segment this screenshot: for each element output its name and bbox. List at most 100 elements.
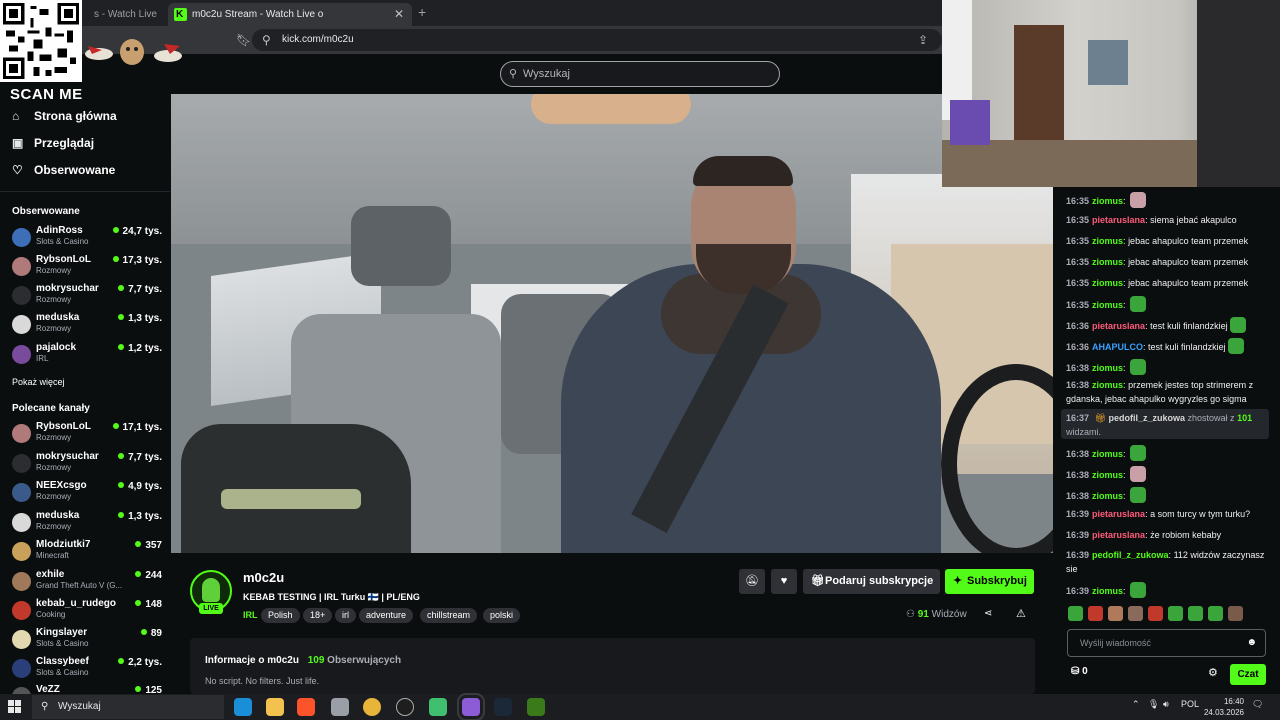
show-more-link[interactable]: Pokaż więcej	[12, 377, 65, 387]
app-icon[interactable]	[331, 698, 349, 716]
edge-icon[interactable]	[234, 698, 252, 716]
message-user[interactable]: pedofil_z_zukowa	[1092, 550, 1169, 560]
new-tab-button[interactable]: +	[418, 4, 426, 20]
nav-following[interactable]: ♡ Obserwowane	[12, 163, 115, 177]
url-field[interactable]: ⚲ kick.com/m0c2u ⇪	[252, 29, 942, 51]
message-user[interactable]: ziomus	[1092, 196, 1123, 206]
emote-icon[interactable]	[1128, 606, 1143, 621]
search-input[interactable]: ⚲ Wyszukaj	[500, 61, 780, 87]
channel-item[interactable]: mokrysuchar Rozmowy 7,7 tys.	[12, 451, 162, 477]
message-user[interactable]: ziomus	[1092, 278, 1123, 288]
chat-input[interactable]: Wyślij wiadomość ☻	[1067, 629, 1266, 657]
follow-button[interactable]: ♥	[771, 569, 797, 594]
channel-category: Minecraft	[36, 551, 69, 560]
tag-chip[interactable]: adventure	[359, 608, 414, 623]
avatar	[12, 345, 31, 364]
emote-icon[interactable]	[1228, 606, 1243, 621]
chrome-icon[interactable]	[363, 698, 381, 716]
streamer-name[interactable]: m0c2u	[243, 570, 284, 585]
video-player[interactable]	[171, 94, 1053, 553]
site-info-icon[interactable]: ⚲	[262, 29, 271, 51]
channel-item[interactable]: mokrysuchar Rozmowy 7,7 tys.	[12, 283, 162, 309]
share-icon[interactable]: ⋖	[984, 608, 992, 619]
viewer-count: 17,3 tys.	[113, 255, 162, 266]
tab-title: m0c2u Stream - Watch Live o	[192, 9, 324, 20]
message-user[interactable]: ziomus	[1092, 470, 1123, 480]
nav-browse[interactable]: ▣ Przeglądaj	[12, 136, 94, 150]
viewer-count: 2,2 tys.	[118, 657, 162, 668]
send-chat-button[interactable]: Czat	[1230, 664, 1266, 685]
message-user[interactable]: ziomus	[1092, 257, 1123, 267]
app-icon[interactable]	[457, 693, 485, 720]
following-title: Obserwowane	[12, 206, 80, 217]
report-icon[interactable]: ⚠	[1016, 607, 1026, 620]
message-user[interactable]: pedofil_z_zukowa	[1109, 413, 1186, 423]
gear-icon[interactable]: ⚙︎	[1208, 666, 1218, 679]
emote-icon[interactable]	[1108, 606, 1123, 621]
file-explorer-icon[interactable]	[266, 698, 284, 716]
gift-subs-button[interactable]: 🎁︎ Podaruj subskrypcje	[803, 569, 940, 594]
message-user[interactable]: AHAPULCO	[1092, 342, 1143, 352]
emote-icon[interactable]	[1168, 606, 1183, 621]
kick-app-icon[interactable]	[527, 698, 545, 716]
emote-icon[interactable]	[1088, 606, 1103, 621]
mic-icon[interactable]: 🎙︎	[1148, 699, 1159, 710]
channel-item[interactable]: VeZZ 125	[12, 684, 162, 694]
tag-chip[interactable]: irl	[335, 608, 356, 623]
taskbar-search[interactable]: ⚲ Wyszukaj	[32, 695, 224, 719]
emoji-picker-icon[interactable]: ☻	[1246, 630, 1257, 656]
tag-chip[interactable]: chillstream	[420, 608, 478, 623]
emote-icon[interactable]	[1148, 606, 1163, 621]
channel-item[interactable]: NEEXcsgo Rozmowy 4,9 tys.	[12, 480, 162, 506]
emote-icon[interactable]	[1068, 606, 1083, 621]
channel-item[interactable]: Kingslayer Slots & Casino 89	[12, 627, 162, 653]
channel-item[interactable]: AdinRoss Slots & Casino 24,7 tys.	[12, 225, 162, 251]
channel-points[interactable]: ⛁︎ 0	[1071, 666, 1088, 677]
channel-item[interactable]: kebab_u_rudego Cooking 148	[12, 598, 162, 624]
message-user[interactable]: pietaruslana	[1092, 215, 1145, 225]
message-user[interactable]: ziomus	[1092, 586, 1123, 596]
channel-item[interactable]: meduska Rozmowy 1,3 tys.	[12, 510, 162, 536]
brave-icon[interactable]	[297, 698, 315, 716]
language-indicator[interactable]: POL	[1181, 699, 1199, 709]
avatar	[12, 315, 31, 334]
message-user[interactable]: pietaruslana	[1092, 530, 1145, 540]
notifications-button[interactable]: 🔕︎	[739, 569, 765, 594]
app-icon[interactable]	[429, 698, 447, 716]
message-user[interactable]: pietaruslana	[1092, 509, 1145, 519]
stream-category[interactable]: IRL	[243, 610, 258, 620]
chevron-up-icon[interactable]: ⌃	[1132, 699, 1140, 710]
channel-item[interactable]: RybsonLoL Rozmowy 17,1 tys.	[12, 421, 162, 447]
start-button[interactable]	[8, 700, 22, 714]
channel-item[interactable]: meduska Rozmowy 1,3 tys.	[12, 312, 162, 338]
message-user[interactable]: ziomus	[1092, 300, 1123, 310]
message-user[interactable]: ziomus	[1092, 236, 1123, 246]
message-user[interactable]: ziomus	[1092, 449, 1123, 459]
emote-icon[interactable]	[1188, 606, 1203, 621]
tag-chip[interactable]: polski	[483, 608, 521, 623]
tag-chip[interactable]: 18+	[303, 608, 333, 623]
message-user[interactable]: ziomus	[1092, 491, 1123, 501]
browser-tab-active[interactable]: m0c2u Stream - Watch Live o ✕	[168, 3, 412, 26]
channel-item[interactable]: RybsonLoL Rozmowy 17,3 tys.	[12, 254, 162, 280]
share-page-icon[interactable]: ⇪	[918, 29, 928, 51]
browser-tab[interactable]: s - Watch Live on K	[82, 3, 160, 26]
tag-chip[interactable]: Polish	[261, 608, 300, 623]
nav-home[interactable]: ⌂ Strona główna	[12, 109, 117, 123]
emote-icon[interactable]	[1208, 606, 1223, 621]
channel-item[interactable]: exhile Grand Theft Auto V (G... 244	[12, 569, 162, 595]
volume-icon[interactable]: 🔊︎	[1163, 699, 1169, 710]
channel-item[interactable]: Mlodziutki7 Minecraft 357	[12, 539, 162, 565]
notifications-icon[interactable]: 🗨︎	[1252, 699, 1263, 710]
subscribe-button[interactable]: ✦ Subskrybuj	[945, 569, 1034, 594]
close-tab-icon[interactable]: ✕	[394, 3, 404, 26]
message-user[interactable]: ziomus	[1092, 380, 1123, 390]
message-user[interactable]: ziomus	[1092, 363, 1123, 373]
channel-item[interactable]: Classybeef Slots & Casino 2,2 tys.	[12, 656, 162, 682]
bookmark-icon[interactable]: 🔖︎	[236, 33, 251, 47]
message-user[interactable]: pietaruslana	[1092, 321, 1145, 331]
system-clock[interactable]: 16:40 24.03.2026	[1200, 696, 1244, 718]
channel-item[interactable]: pajalock IRL 1,2 tys.	[12, 342, 162, 368]
steam-icon[interactable]	[494, 698, 512, 716]
app-icon[interactable]	[396, 698, 414, 716]
